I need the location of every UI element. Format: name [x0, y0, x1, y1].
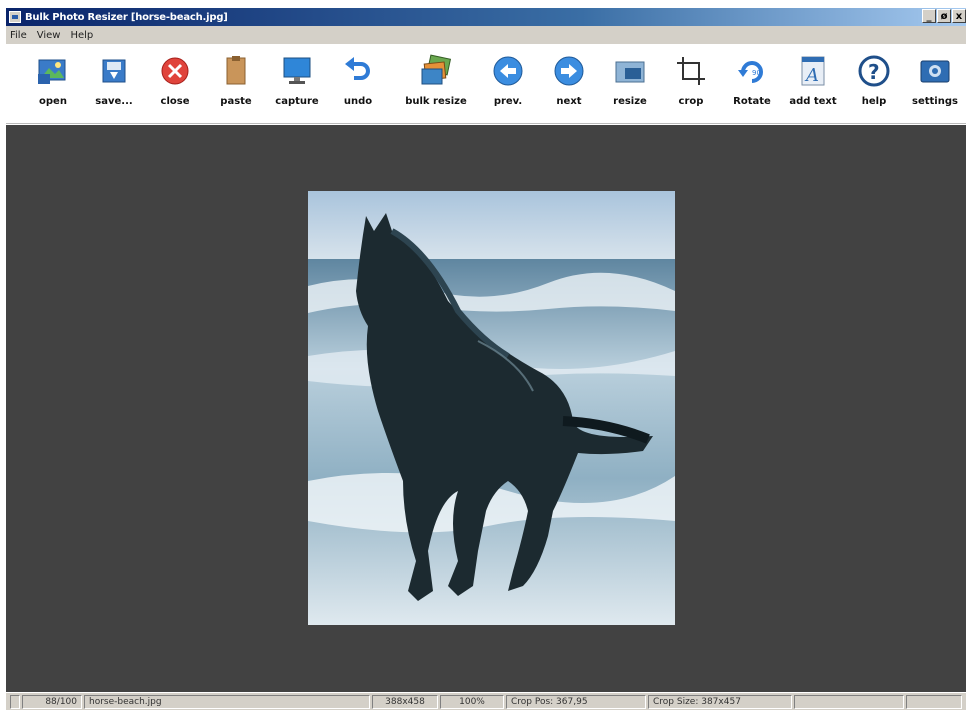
- prev-button[interactable]: prev.: [476, 54, 540, 116]
- resize-label: resize: [613, 96, 647, 107]
- undo-icon: [341, 54, 375, 88]
- next-icon: [552, 54, 586, 88]
- rotate-label: Rotate: [733, 96, 771, 107]
- resize-icon: [613, 54, 647, 88]
- settings-label: settings: [912, 96, 958, 107]
- capture-label: capture: [275, 96, 319, 107]
- status-crop-size: Crop Size: 387x457: [648, 695, 792, 709]
- title-bar: Bulk Photo Resizer [horse-beach.jpg] _ ø…: [6, 8, 966, 26]
- status-zoom: 100%: [440, 695, 504, 709]
- open-icon: [36, 54, 70, 88]
- menu-bar: File View Help: [6, 26, 966, 44]
- window-controls: _ ø x: [922, 9, 966, 23]
- status-counter: 88/100: [22, 695, 82, 709]
- menu-help[interactable]: Help: [70, 30, 93, 41]
- add-text-button[interactable]: A add text: [781, 54, 845, 116]
- status-bar: 88/100 horse-beach.jpg 388x458 100% Crop…: [6, 692, 966, 710]
- close-label: close: [160, 96, 190, 107]
- status-grip: [10, 695, 20, 709]
- undo-button[interactable]: undo: [326, 54, 390, 116]
- prev-icon: [491, 54, 525, 88]
- svg-text:90: 90: [752, 69, 761, 77]
- svg-text:A: A: [804, 65, 819, 86]
- capture-button[interactable]: capture: [265, 54, 329, 116]
- paste-icon: [219, 54, 253, 88]
- add-text-icon: A: [796, 54, 830, 88]
- resize-button[interactable]: resize: [598, 54, 662, 116]
- rotate-button[interactable]: 90 Rotate: [720, 54, 784, 116]
- settings-icon: [918, 54, 952, 88]
- toolbar: open save... close paste capture undo bu…: [6, 44, 966, 124]
- maximize-button[interactable]: ø: [937, 9, 951, 23]
- bulk-resize-button[interactable]: bulk resize: [398, 54, 474, 116]
- undo-label: undo: [343, 96, 373, 107]
- next-button[interactable]: next: [537, 54, 601, 116]
- app-icon: [9, 11, 21, 23]
- save-button[interactable]: save...: [82, 54, 146, 116]
- minimize-button[interactable]: _: [922, 9, 936, 23]
- svg-text:?: ?: [868, 60, 880, 84]
- status-extra-2: [906, 695, 962, 709]
- status-filename: horse-beach.jpg: [84, 695, 370, 709]
- close-icon: [158, 54, 192, 88]
- bulk-resize-label: bulk resize: [405, 96, 467, 107]
- bulk-resize-icon: [419, 54, 453, 88]
- status-dimensions: 388x458: [372, 695, 438, 709]
- help-icon: ?: [857, 54, 891, 88]
- capture-icon: [280, 54, 314, 88]
- save-icon: [97, 54, 131, 88]
- crop-label: crop: [678, 96, 704, 107]
- crop-icon: [674, 54, 708, 88]
- paste-button[interactable]: paste: [204, 54, 268, 116]
- status-extra-1: [794, 695, 904, 709]
- next-label: next: [556, 96, 582, 107]
- image-workspace[interactable]: [6, 125, 966, 692]
- save-label: save...: [95, 96, 133, 107]
- photo-preview[interactable]: [308, 191, 675, 625]
- help-button[interactable]: ? help: [842, 54, 906, 116]
- prev-label: prev.: [493, 96, 523, 107]
- menu-view[interactable]: View: [37, 30, 61, 41]
- close-window-button[interactable]: x: [952, 9, 966, 23]
- settings-button[interactable]: settings: [903, 54, 966, 116]
- status-crop-pos: Crop Pos: 367,95: [506, 695, 646, 709]
- crop-button[interactable]: crop: [659, 54, 723, 116]
- open-button[interactable]: open: [21, 54, 85, 116]
- help-label: help: [861, 96, 887, 107]
- paste-label: paste: [220, 96, 252, 107]
- menu-file[interactable]: File: [10, 30, 27, 41]
- close-button[interactable]: close: [143, 54, 207, 116]
- open-label: open: [39, 96, 67, 107]
- add-text-label: add text: [789, 96, 837, 107]
- rotate-icon: 90: [735, 54, 769, 88]
- window-title: Bulk Photo Resizer [horse-beach.jpg]: [25, 11, 228, 23]
